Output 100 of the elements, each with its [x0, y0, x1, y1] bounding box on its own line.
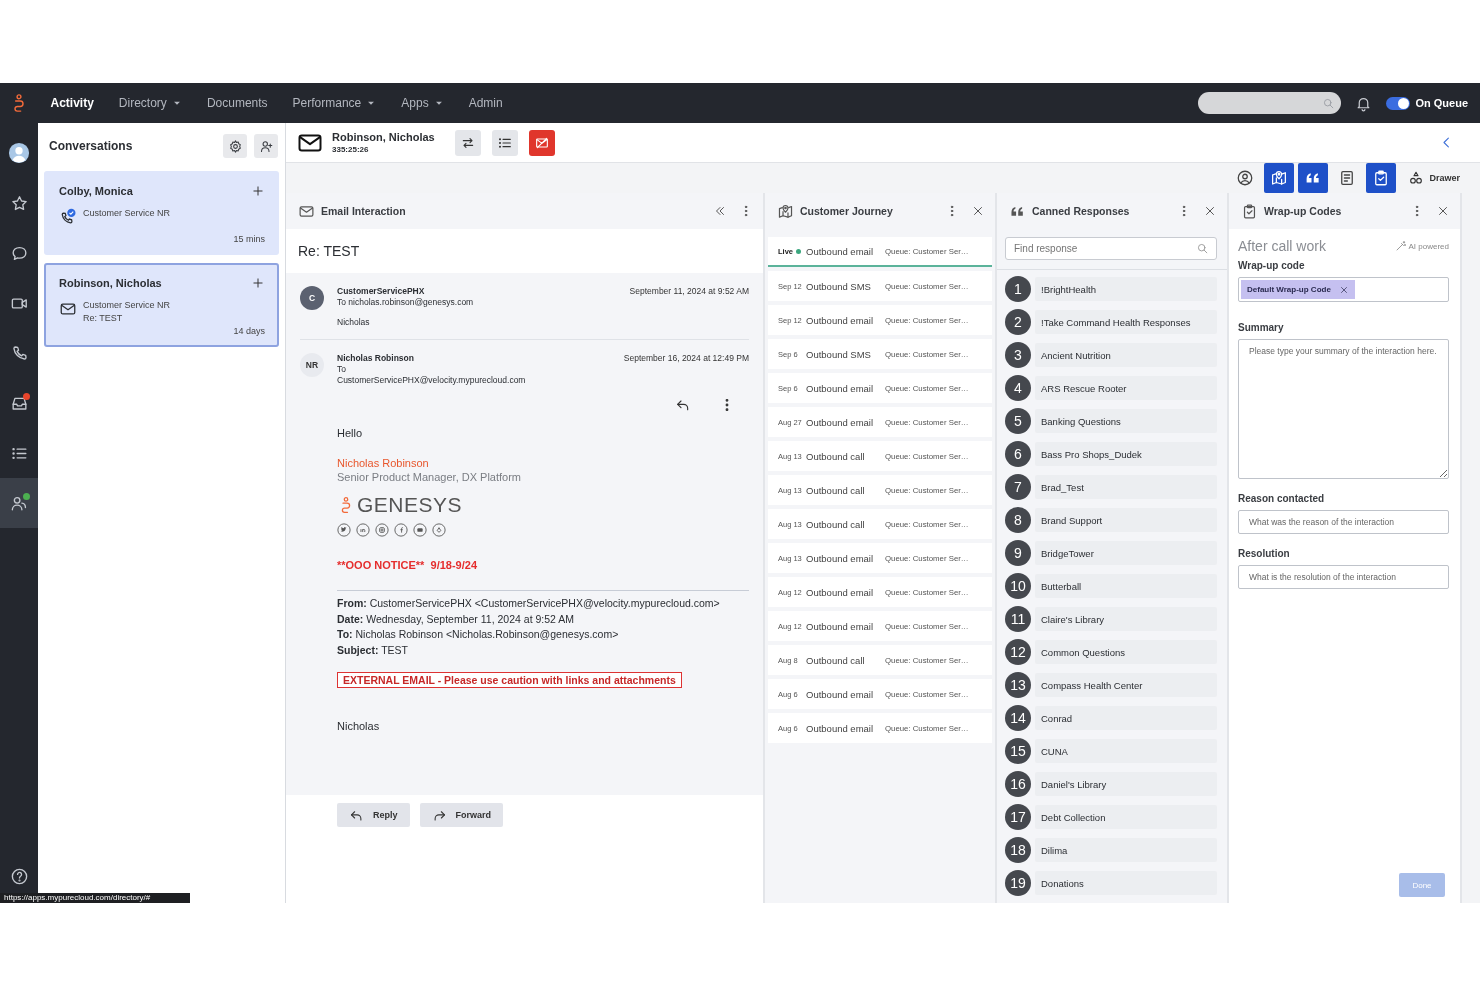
summary-field[interactable]: Please type your summary of the interaction here. — [1238, 339, 1449, 479]
elapsed-time: 15 mins — [233, 234, 265, 244]
journey-type: Outbound call — [806, 518, 866, 530]
email-subject: Re: TEST — [286, 229, 763, 273]
subject-text: Re: TEST — [83, 313, 124, 323]
add-person-button[interactable] — [254, 134, 278, 158]
close-icon[interactable] — [971, 204, 985, 218]
social-icon[interactable] — [337, 523, 351, 537]
canned-response-item[interactable]: CUNA — [1035, 739, 1217, 763]
recipient-text: To nicholas.robinson@genesys.com — [337, 297, 475, 307]
input-field[interactable]: What was the reason of the interaction — [1238, 510, 1449, 534]
social-icon[interactable] — [413, 523, 427, 537]
wrap-up-code-field[interactable]: Default Wrap-up Code — [1238, 277, 1449, 302]
plus-icon[interactable] — [251, 276, 265, 290]
nav-item[interactable]: Apps — [388, 96, 457, 110]
number-badge: 4 — [1005, 375, 1031, 401]
elapsed-time: 14 days — [233, 326, 265, 336]
canned-response-item[interactable]: BridgeTower — [1035, 541, 1217, 565]
status-label: On Queue — [1415, 97, 1468, 109]
contact-name: Robinson, Nicholas — [332, 131, 435, 143]
queue-name: Customer Service NR — [83, 300, 172, 310]
input-field[interactable]: What is the resolution of the interaction — [1238, 565, 1449, 589]
toolbar-button[interactable] — [1298, 163, 1329, 193]
social-icon[interactable] — [432, 523, 446, 537]
details-button[interactable] — [491, 129, 518, 156]
toolbar-button[interactable] — [1264, 163, 1295, 193]
collapse-icon[interactable] — [713, 204, 727, 218]
number-badge: 16 — [1005, 771, 1031, 797]
journey-type: Outbound call — [806, 654, 866, 666]
recipient-text: To — [337, 364, 347, 374]
search-icon — [1322, 96, 1336, 110]
canned-response-item[interactable]: Ancient Nutrition — [1035, 343, 1217, 367]
social-icon[interactable] — [375, 523, 389, 537]
forward-button[interactable]: Forward — [419, 803, 504, 827]
settings-button[interactable] — [223, 134, 247, 158]
canned-response-item[interactable]: Brand Support — [1035, 508, 1217, 532]
conversation-card[interactable]: Colby, Monica Customer Service NR 15 mins — [44, 171, 279, 255]
canned-response-item[interactable]: Donations — [1035, 871, 1217, 895]
nav-item[interactable]: Directory — [106, 96, 195, 110]
canned-response-item[interactable]: Claire's Library — [1035, 607, 1217, 631]
canned-response-item[interactable]: Dilima — [1035, 838, 1217, 862]
panel-title: Wrap-up Codes — [1264, 205, 1342, 217]
canned-response-item[interactable]: Debt Collection — [1035, 805, 1217, 829]
canned-response-item[interactable]: Brad_Test — [1035, 475, 1217, 499]
magic-wand-icon — [1394, 240, 1407, 252]
sender-avatar: C — [300, 286, 324, 310]
avatar-icon[interactable] — [8, 142, 30, 164]
canned-response-item[interactable]: ARS Rescue Rooter — [1035, 376, 1217, 400]
nav-item[interactable]: Admin — [456, 96, 516, 110]
code-chip[interactable]: Default Wrap-up Code — [1241, 280, 1355, 299]
journey-type: Outbound email — [806, 620, 875, 632]
close-icon[interactable] — [1436, 204, 1450, 218]
sender-name: CustomerServicePHX — [337, 286, 426, 296]
search-field[interactable] — [1198, 92, 1342, 114]
transfer-button[interactable] — [454, 129, 481, 156]
journey-type: Outbound email — [806, 688, 875, 700]
map-icon — [1270, 169, 1289, 187]
canned-response-item[interactable]: Banking Questions — [1035, 409, 1217, 433]
close-icon[interactable] — [1203, 204, 1217, 218]
queue-toggle[interactable] — [1386, 96, 1411, 110]
gear-icon — [227, 138, 243, 154]
journey-type: Outbound email — [806, 314, 875, 326]
star-icon[interactable] — [9, 193, 29, 213]
social-icon[interactable] — [394, 523, 408, 537]
envelope-icon — [59, 300, 77, 318]
clipboard-check-icon — [1241, 202, 1258, 220]
canned-response-item[interactable]: Conrad — [1035, 706, 1217, 730]
number-badge: 9 — [1005, 540, 1031, 566]
field-label: Resolution — [1238, 548, 1291, 559]
nav-item[interactable]: Activity — [38, 96, 107, 110]
quoted-header-line: Subject: TEST — [337, 642, 409, 658]
help-icon[interactable] — [9, 866, 29, 886]
panel-title: Conversations — [49, 139, 133, 153]
number-badge: 14 — [1005, 705, 1031, 731]
canned-response-item[interactable]: Common Questions — [1035, 640, 1217, 664]
social-icon[interactable] — [356, 523, 370, 537]
canned-response-item[interactable]: !Take Command Health Responses — [1035, 310, 1217, 334]
canned-response-item[interactable]: Daniel's Library — [1035, 772, 1217, 796]
canned-response-item[interactable]: Bass Pro Shops_Dudek — [1035, 442, 1217, 466]
end-interaction-button[interactable] — [528, 129, 555, 156]
conversation-card[interactable]: Robinson, Nicholas Customer Service NR Re: TEST 14 days — [44, 263, 279, 347]
canned-response-item[interactable]: Butterball — [1035, 574, 1217, 598]
person-circle-icon — [1236, 169, 1255, 187]
toolbar-button[interactable] — [1366, 163, 1397, 193]
notice-text: **OOO NOTICE** 9/18-9/24 — [337, 559, 477, 571]
number-badge: 11 — [1005, 606, 1031, 632]
nav-item[interactable]: Performance — [280, 96, 389, 110]
phone-check-icon — [59, 208, 77, 226]
reply-button[interactable]: Reply — [337, 803, 410, 827]
nav-item[interactable]: Documents — [194, 96, 281, 110]
drawer-button[interactable]: Drawer — [1408, 170, 1460, 186]
number-badge: 7 — [1005, 474, 1031, 500]
section-heading: After call work — [1238, 238, 1326, 254]
journey-type: Outbound call — [806, 484, 866, 496]
search-field[interactable]: Find response — [1005, 237, 1217, 260]
recipient-text: CustomerServicePHX@velocity.mypurecloud.com — [337, 375, 527, 385]
journey-type: Outbound SMS — [806, 280, 872, 292]
canned-response-item[interactable]: Compass Health Center — [1035, 673, 1217, 697]
canned-response-item[interactable]: !BrightHealth — [1035, 277, 1217, 301]
plus-icon[interactable] — [251, 184, 265, 198]
